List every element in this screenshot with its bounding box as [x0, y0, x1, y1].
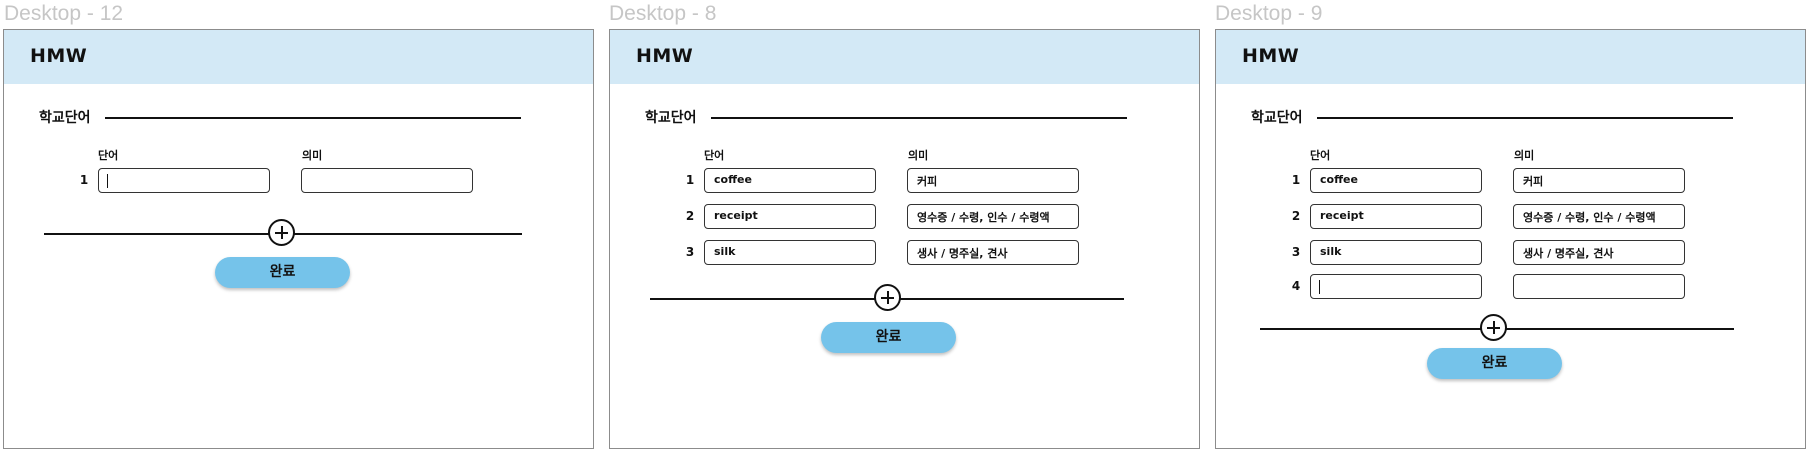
- section-title: 학교단어: [1251, 110, 1303, 126]
- text-cursor: [1319, 280, 1320, 294]
- row-number: 2: [1291, 209, 1301, 223]
- done-button[interactable]: 완료: [821, 322, 956, 353]
- add-row-plus-icon[interactable]: [1480, 314, 1507, 341]
- done-button[interactable]: 완료: [1427, 348, 1562, 379]
- word-input[interactable]: [1310, 274, 1482, 299]
- row-number: 2: [685, 209, 695, 223]
- section-divider: [711, 117, 1127, 119]
- app-logo[interactable]: HMW: [636, 45, 693, 67]
- app-logo[interactable]: HMW: [1242, 45, 1299, 67]
- section-title: 학교단어: [39, 110, 91, 126]
- frame-desktop-8: HMW 학교단어 단어 의미 1 coffee 커피 2 receipt 영수증…: [609, 29, 1200, 449]
- word-input[interactable]: coffee: [1310, 168, 1482, 193]
- row-number: 1: [79, 173, 89, 187]
- word-input[interactable]: receipt: [1310, 204, 1482, 229]
- word-input[interactable]: silk: [704, 240, 876, 265]
- meaning-input[interactable]: 생사 / 명주실, 견사: [1513, 240, 1685, 265]
- app-header: HMW: [1216, 30, 1805, 84]
- word-input[interactable]: coffee: [704, 168, 876, 193]
- column-label-word: 단어: [704, 149, 725, 162]
- row-number: 4: [1291, 279, 1301, 293]
- meaning-input[interactable]: 영수증 / 수령, 인수 / 수령액: [907, 204, 1079, 229]
- frame-label-desktop-12: Desktop - 12: [4, 2, 124, 25]
- add-row-plus-icon[interactable]: [268, 219, 295, 246]
- word-input[interactable]: [98, 168, 270, 193]
- done-button[interactable]: 완료: [215, 257, 350, 288]
- row-number: 1: [1291, 173, 1301, 187]
- row-number: 3: [685, 245, 695, 259]
- column-label-meaning: 의미: [1514, 149, 1535, 162]
- column-label-word: 단어: [98, 149, 119, 162]
- meaning-input[interactable]: 영수증 / 수령, 인수 / 수령액: [1513, 204, 1685, 229]
- frame-label-desktop-9: Desktop - 9: [1215, 2, 1323, 25]
- section-divider: [105, 117, 521, 119]
- row-number: 3: [1291, 245, 1301, 259]
- meaning-input[interactable]: [1513, 274, 1685, 299]
- text-cursor: [107, 174, 108, 188]
- meaning-input[interactable]: [301, 168, 473, 193]
- column-label-word: 단어: [1310, 149, 1331, 162]
- word-input[interactable]: receipt: [704, 204, 876, 229]
- frame-label-desktop-8: Desktop - 8: [609, 2, 717, 25]
- app-header: HMW: [610, 30, 1199, 84]
- column-label-meaning: 의미: [908, 149, 929, 162]
- section-title: 학교단어: [645, 110, 697, 126]
- app-logo[interactable]: HMW: [30, 45, 87, 67]
- frame-desktop-9: HMW 학교단어 단어 의미 1 coffee 커피 2 receipt 영수증…: [1215, 29, 1806, 449]
- meaning-input[interactable]: 커피: [907, 168, 1079, 193]
- section-divider: [1317, 117, 1733, 119]
- meaning-input[interactable]: 생사 / 명주실, 견사: [907, 240, 1079, 265]
- row-number: 1: [685, 173, 695, 187]
- meaning-input[interactable]: 커피: [1513, 168, 1685, 193]
- frame-desktop-12: HMW 학교단어 단어 의미 1 완료: [3, 29, 594, 449]
- word-input[interactable]: silk: [1310, 240, 1482, 265]
- column-label-meaning: 의미: [302, 149, 323, 162]
- add-row-plus-icon[interactable]: [874, 284, 901, 311]
- app-header: HMW: [4, 30, 593, 84]
